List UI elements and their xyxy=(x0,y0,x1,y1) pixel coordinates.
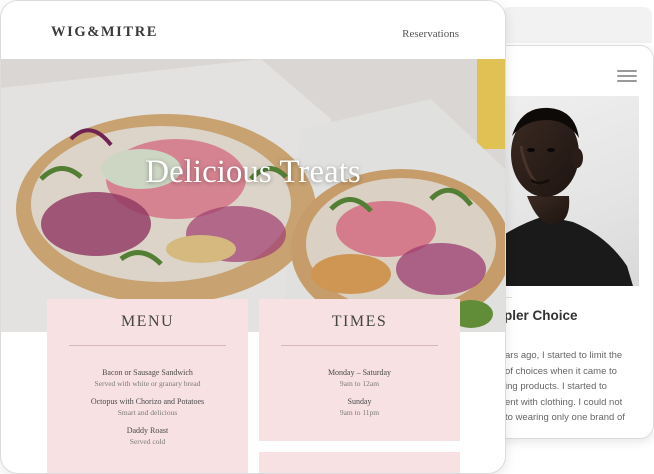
back-device-screen: — pler Choice ars ago, I started to limi… xyxy=(486,45,654,439)
excerpt-line: of choices when it came to xyxy=(505,365,617,377)
portrait-photo xyxy=(487,96,639,286)
excerpt-line: ars ago, I started to limit the xyxy=(505,350,623,361)
excerpt-line: to wearing only one brand of xyxy=(505,412,625,423)
times-card: TIMES Monday – Saturday 9am to 12am Sund… xyxy=(259,299,460,441)
times-card-heading: TIMES xyxy=(331,313,388,330)
list-item: Sunday 9am to 11pm xyxy=(259,396,460,418)
menu-item-name: Daddy Roast xyxy=(126,426,169,435)
menu-item-list: Bacon or Sausage Sandwich Served with wh… xyxy=(47,367,248,454)
times-list: Monday – Saturday 9am to 12am Sunday 9am… xyxy=(259,367,460,425)
site-logo[interactable]: WIG&MITRE xyxy=(51,24,158,41)
blog-post-excerpt: ars ago, I started to limit the of choic… xyxy=(505,348,637,426)
hero-title: Delicious Treats xyxy=(145,154,361,190)
hero-food-photo xyxy=(1,59,505,332)
times-day: Monday – Saturday xyxy=(327,368,392,377)
additional-card xyxy=(259,452,460,473)
hero-banner: Delicious Treats xyxy=(1,59,505,332)
nav-link-reservations[interactable]: Reservations xyxy=(402,28,459,40)
menu-item-name: Octopus with Chorizo and Potatoes xyxy=(90,397,205,406)
menu-card: MENU Bacon or Sausage Sandwich Served wi… xyxy=(47,299,248,473)
back-device-top-edge xyxy=(502,7,652,43)
times-card-divider xyxy=(281,345,438,346)
menu-item-desc: Smart and delicious xyxy=(117,408,178,417)
times-hours: 9am to 11pm xyxy=(339,408,380,417)
menu-card-divider xyxy=(69,345,226,346)
menu-item-desc: Served with white or granary bread xyxy=(94,379,201,388)
excerpt-line: ent with clothing. I could not xyxy=(505,396,623,408)
front-device-screen: WIG&MITRE Reservations Delicious Treats … xyxy=(0,0,506,474)
blog-tag-line: — xyxy=(505,294,513,301)
excerpt-line: ing products. I started to xyxy=(505,381,607,392)
times-hours: 9am to 12am xyxy=(339,379,380,388)
menu-item-desc: Served cold xyxy=(129,437,166,446)
blog-post-title[interactable]: pler Choice xyxy=(504,308,578,323)
menu-card-heading: MENU xyxy=(120,313,175,330)
times-day: Sunday xyxy=(347,397,372,406)
list-item: Monday – Saturday 9am to 12am xyxy=(259,367,460,389)
list-item: Octopus with Chorizo and Potatoes Smart … xyxy=(47,396,248,418)
site-header: WIG&MITRE Reservations xyxy=(1,1,505,59)
menu-item-name: Bacon or Sausage Sandwich xyxy=(102,368,193,377)
hamburger-menu-icon[interactable] xyxy=(617,70,637,82)
list-item: Bacon or Sausage Sandwich Served with wh… xyxy=(47,367,248,389)
list-item: Daddy Roast Served cold xyxy=(47,425,248,447)
